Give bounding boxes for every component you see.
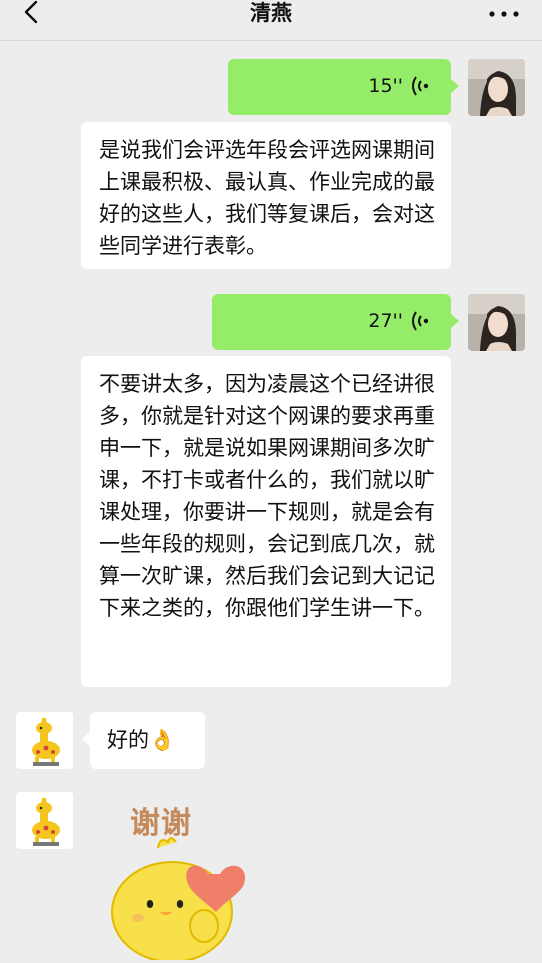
- thanks-sticker[interactable]: 谢谢: [100, 790, 270, 960]
- giraffe-icon: [16, 792, 73, 849]
- self-avatar[interactable]: [468, 294, 525, 351]
- bubble-tail: [451, 314, 459, 328]
- received-text-bubble[interactable]: 好的👌: [82, 712, 205, 769]
- chat-title: 清燕: [250, 1, 292, 25]
- voice-duration: 27'': [368, 310, 403, 332]
- self-avatar[interactable]: [468, 59, 525, 116]
- message-text: 不要讲太多，因为凌晨这个已经讲很多，你就是针对这个网课的要求再重申一下，就是说如…: [99, 372, 435, 620]
- contact-avatar[interactable]: [16, 792, 73, 849]
- voice-message-bubble[interactable]: 27'': [212, 294, 459, 350]
- girl-portrait-icon: [468, 294, 525, 351]
- received-text-bubble[interactable]: 不要讲太多，因为凌晨这个已经讲很多，你就是针对这个网课的要求再重申一下，就是说如…: [81, 356, 451, 687]
- contact-avatar[interactable]: [16, 712, 73, 769]
- bubble-tail: [451, 79, 459, 93]
- bubble-tail: [82, 732, 90, 746]
- message-text: 是说我们会评选年段会评选网课期间上课最积极、最认真、作业完成的最好的这些人，我们…: [99, 138, 435, 258]
- yellow-chick-heart-icon: [111, 837, 246, 960]
- giraffe-icon: [16, 712, 73, 769]
- voice-wave-icon: [412, 76, 429, 96]
- girl-portrait-icon: [468, 59, 525, 116]
- voice-message-bubble[interactable]: 15'': [228, 59, 459, 115]
- voice-duration: 15'': [368, 75, 403, 97]
- chat-header: 清燕: [0, 0, 542, 41]
- message-text: 好的👌: [107, 728, 176, 752]
- more-options-icon[interactable]: [484, 2, 524, 26]
- received-text-bubble[interactable]: 是说我们会评选年段会评选网课期间上课最积极、最认真、作业完成的最好的这些人，我们…: [81, 122, 451, 269]
- voice-wave-icon: [412, 311, 429, 331]
